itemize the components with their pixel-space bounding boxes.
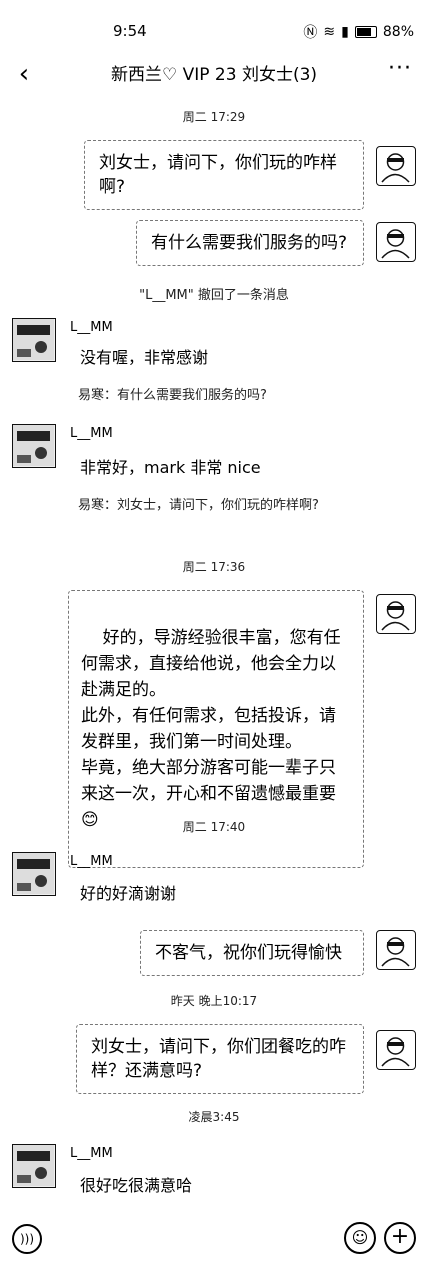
chat-title: 新西兰♡ VIP 23 刘女士(3) xyxy=(110,65,318,85)
timestamp: 周二 17:36 xyxy=(182,560,246,574)
sender-name: L__MM xyxy=(70,320,113,335)
quote-reply[interactable]: 易寒：刘女士，请问下，你们玩的咋样啊? xyxy=(78,496,358,515)
chat-header: ‹ 新西兰♡ VIP 23 刘女士(3) ··· xyxy=(0,56,428,96)
signal-icon: ▮ xyxy=(341,24,349,40)
timestamp: 周二 17:29 xyxy=(182,110,246,124)
message-bubble-in[interactable]: 好的好滴谢谢 xyxy=(70,878,187,910)
message-text: 没有喔，非常感谢 xyxy=(80,348,209,367)
avatar[interactable] xyxy=(12,852,56,896)
battery-icon xyxy=(354,26,377,38)
avatar[interactable] xyxy=(376,146,416,186)
avatar-icon xyxy=(381,153,410,183)
avatar-photo-icon xyxy=(13,319,54,360)
message-bubble-out[interactable]: 刘女士，请问下，你们玩的咋样啊? xyxy=(84,140,364,210)
message-text: 不客气，祝你们玩得愉快 xyxy=(155,943,342,963)
plus-icon: + xyxy=(390,1224,410,1249)
chevron-left-icon: ‹ xyxy=(18,59,30,89)
timestamp: 周二 17:40 xyxy=(182,820,246,834)
message-text: 好的，导游经验很丰富，您有任何需求，直接给他说，他会全力以赴满足的。 此外，有任… xyxy=(81,628,341,830)
more-icon: ··· xyxy=(388,56,412,81)
more-button[interactable]: ··· xyxy=(388,56,412,81)
message-text: 刘女士，请问下，你们团餐吃的咋样？还满意吗? xyxy=(91,1037,346,1081)
avatar[interactable] xyxy=(12,424,56,468)
avatar[interactable] xyxy=(376,222,416,262)
avatar[interactable] xyxy=(376,930,416,970)
message-bubble-in[interactable]: 非常好，mark 非常 nice xyxy=(70,452,271,484)
emoji-button[interactable]: ☺ xyxy=(344,1222,376,1254)
avatar[interactable] xyxy=(12,318,56,362)
recall-notice: "L__MM" 撤回了一条消息 xyxy=(139,288,289,303)
message-text: 非常好，mark 非常 nice xyxy=(80,458,261,477)
battery-level: 88% xyxy=(382,24,414,40)
message-text: 刘女士，请问下，你们玩的咋样啊? xyxy=(99,153,337,197)
voice-button[interactable]: ))) xyxy=(12,1224,42,1254)
voice-icon: ))) xyxy=(19,1232,35,1246)
avatar-icon xyxy=(381,229,410,259)
sender-name: L__MM xyxy=(70,854,113,869)
message-text: 有什么需要我们服务的吗? xyxy=(151,233,348,253)
avatar-photo-icon xyxy=(13,425,54,466)
avatar-icon xyxy=(381,601,410,631)
message-bubble-out[interactable]: 刘女士，请问下，你们团餐吃的咋样？还满意吗? xyxy=(76,1024,364,1094)
sender-name: L__MM xyxy=(70,1146,113,1161)
chat-messages[interactable]: 周二 17:29 刘女士，请问下，你们玩的咋样啊? 有什么需要我们服务的吗? "… xyxy=(0,96,428,1204)
wifi-icon: ≋ xyxy=(323,24,336,40)
input-bar: ))) ☺ + xyxy=(0,1216,428,1280)
status-icons: Ⓝ ≋ ▮ 88% xyxy=(303,22,414,42)
avatar-photo-icon xyxy=(13,853,54,894)
avatar-icon xyxy=(381,1037,410,1067)
emoji-icon: ☺ xyxy=(351,1228,369,1247)
message-text: 好的好滴谢谢 xyxy=(80,884,177,903)
back-button[interactable]: ‹ xyxy=(10,58,38,90)
message-bubble-out[interactable]: 不客气，祝你们玩得愉快 xyxy=(140,930,364,976)
plus-button[interactable]: + xyxy=(384,1222,416,1254)
avatar[interactable] xyxy=(376,1030,416,1070)
avatar[interactable] xyxy=(376,594,416,634)
status-time: 9:54 xyxy=(113,22,147,40)
avatar[interactable] xyxy=(12,1144,56,1188)
timestamp: 昨天 晚上10:17 xyxy=(170,994,258,1008)
status-bar: 9:54 Ⓝ ≋ ▮ 88% xyxy=(0,0,428,56)
message-bubble-out[interactable]: 有什么需要我们服务的吗? xyxy=(136,220,364,266)
avatar-icon xyxy=(381,937,410,967)
nfc-icon: Ⓝ xyxy=(303,25,318,41)
message-bubble-in[interactable]: 没有喔，非常感谢 xyxy=(70,342,219,374)
sender-name: L__MM xyxy=(70,426,113,441)
message-text: 很好吃很满意哈 xyxy=(80,1176,193,1195)
message-bubble-in[interactable]: 很好吃很满意哈 xyxy=(70,1170,203,1202)
timestamp: 凌晨3:45 xyxy=(188,1110,240,1124)
avatar-photo-icon xyxy=(13,1145,54,1186)
quote-reply[interactable]: 易寒：有什么需要我们服务的吗? xyxy=(78,386,378,405)
